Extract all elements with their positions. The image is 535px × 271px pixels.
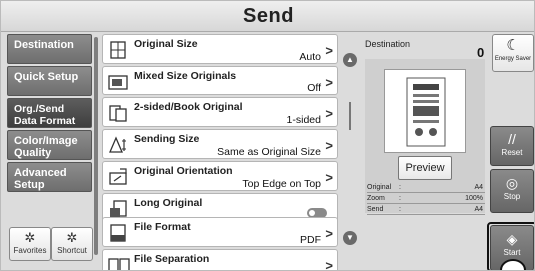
send-screen: Send Destination Quick Setup Org./Send D… bbox=[0, 0, 535, 271]
sidebar-item-destination[interactable]: Destination bbox=[7, 34, 92, 64]
info-row-zoom: Zoom : 100% bbox=[367, 195, 485, 204]
favorites-icon: ✲ bbox=[24, 230, 36, 245]
shortcut-icon: ✲ bbox=[66, 230, 78, 245]
sidebar-item-label: Quick Setup bbox=[14, 71, 79, 83]
preview-document bbox=[384, 69, 466, 153]
scroll-down-button[interactable]: ▼ bbox=[343, 231, 357, 245]
file-separation-icon bbox=[108, 258, 130, 270]
setting-value: Top Edge on Top bbox=[242, 178, 321, 190]
document-thumbnail-icon bbox=[406, 77, 446, 147]
reset-icon: // bbox=[508, 131, 516, 147]
chevron-right-icon: > bbox=[325, 138, 333, 153]
long-original-icon bbox=[110, 200, 127, 217]
energy-saver-button[interactable]: ☾ Energy Saver bbox=[492, 34, 534, 72]
info-value: A4 bbox=[474, 206, 483, 213]
chevron-right-icon: > bbox=[325, 258, 333, 271]
setting-title: Sending Size bbox=[134, 133, 200, 145]
stop-icon: ◎ bbox=[505, 175, 519, 191]
setting-title: Original Orientation bbox=[134, 165, 233, 177]
setting-file-format[interactable]: File Format PDF > bbox=[102, 217, 338, 247]
favorites-label: Favorites bbox=[13, 246, 47, 255]
reset-button[interactable]: // Reset bbox=[490, 126, 534, 166]
setting-value: PDF bbox=[300, 234, 321, 246]
stop-button[interactable]: ◎ Stop bbox=[490, 169, 534, 213]
chevron-right-icon: > bbox=[325, 43, 333, 58]
favorites-button[interactable]: ✲ Favorites bbox=[9, 227, 51, 261]
sidebar-item-label: Advanced Setup bbox=[14, 167, 67, 191]
preview-button[interactable]: Preview bbox=[398, 156, 452, 180]
setting-title: File Separation bbox=[134, 253, 210, 265]
setting-value: Same as Original Size bbox=[217, 146, 321, 158]
setting-value: Off bbox=[307, 82, 321, 94]
info-row-send: Send : A4 bbox=[367, 206, 485, 215]
setting-title: Original Size bbox=[134, 38, 198, 50]
title-bar: Send bbox=[1, 1, 534, 32]
chevron-right-icon: > bbox=[325, 75, 333, 90]
sidebar-item-color-image-quality[interactable]: Color/Image Quality bbox=[7, 130, 92, 160]
chevron-right-icon: > bbox=[325, 170, 333, 185]
sidebar-item-advanced-setup[interactable]: Advanced Setup bbox=[7, 162, 92, 192]
two-sided-icon bbox=[109, 105, 127, 122]
list-scrollbar[interactable] bbox=[349, 102, 351, 130]
chevron-right-icon: > bbox=[325, 226, 333, 241]
orientation-icon bbox=[109, 168, 127, 185]
nav-scrollbar[interactable] bbox=[94, 37, 98, 255]
sidebar-item-label: Destination bbox=[14, 39, 74, 51]
shortcut-button[interactable]: ✲ Shortcut bbox=[51, 227, 93, 261]
scroll-up-button[interactable]: ▲ bbox=[343, 53, 357, 67]
info-value: A4 bbox=[474, 184, 483, 191]
sidebar-item-org-send-data-format[interactable]: Org./Send Data Format bbox=[7, 98, 92, 128]
setting-title: Long Original bbox=[134, 197, 203, 209]
info-value: 100% bbox=[465, 195, 483, 202]
setting-value: Auto bbox=[299, 51, 321, 63]
sending-size-icon bbox=[109, 136, 126, 153]
energy-saver-label: Energy Saver bbox=[494, 56, 532, 62]
page-title: Send bbox=[243, 5, 294, 27]
setting-title: Mixed Size Originals bbox=[134, 70, 237, 82]
chevron-right-icon: > bbox=[325, 106, 333, 121]
setting-original-orientation[interactable]: Original Orientation Top Edge on Top > bbox=[102, 161, 338, 191]
destination-label: Destination bbox=[365, 39, 411, 49]
setting-original-size[interactable]: Original Size Auto > bbox=[102, 34, 338, 64]
setting-title: 2-sided/Book Original bbox=[134, 101, 243, 113]
setting-value: 1-sided bbox=[286, 114, 321, 126]
stop-label: Stop bbox=[503, 192, 521, 201]
info-row-original: Original : A4 bbox=[367, 184, 485, 193]
destination-count: 0 bbox=[477, 45, 485, 60]
info-key: Original bbox=[367, 184, 392, 191]
sidebar-item-label: Org./Send Data Format bbox=[14, 103, 76, 127]
sidebar-item-label: Color/Image Quality bbox=[14, 135, 78, 159]
mixed-size-icon bbox=[108, 75, 128, 90]
original-size-icon bbox=[110, 41, 126, 59]
setting-mixed-size-originals[interactable]: Mixed Size Originals Off > bbox=[102, 66, 338, 95]
shortcut-label: Shortcut bbox=[57, 246, 87, 255]
info-key: Send bbox=[367, 206, 384, 213]
moon-icon: ☾ bbox=[506, 37, 520, 54]
setting-file-separation[interactable]: File Separation > bbox=[102, 249, 338, 271]
setting-title: File Format bbox=[134, 221, 191, 233]
setting-sending-size[interactable]: Sending Size Same as Original Size > bbox=[102, 129, 338, 159]
info-key: Zoom bbox=[367, 195, 385, 202]
file-format-icon bbox=[110, 224, 126, 242]
sidebar-item-quick-setup[interactable]: Quick Setup bbox=[7, 66, 92, 96]
setting-two-sided-book-original[interactable]: 2-sided/Book Original 1-sided > bbox=[102, 97, 338, 127]
reset-label: Reset bbox=[501, 148, 523, 157]
